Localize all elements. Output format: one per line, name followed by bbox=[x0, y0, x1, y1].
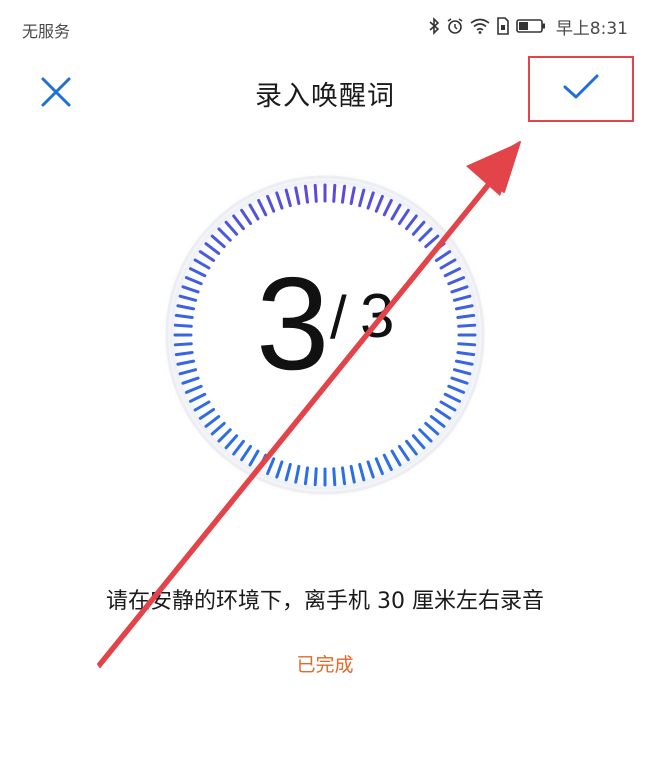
carrier-label: 无服务 bbox=[22, 22, 71, 41]
screen: 无服务 早上8:31 录入唤醒词 3 / 3 请在安静的环境下，离手机 30 厘… bbox=[0, 0, 650, 780]
progress-separator: / bbox=[330, 284, 347, 351]
clock-label: 早上8:31 bbox=[555, 18, 628, 39]
title-bar: 录入唤醒词 bbox=[0, 52, 650, 142]
wifi-icon bbox=[470, 18, 490, 34]
bluetooth-icon bbox=[428, 17, 440, 35]
status-completed: 已完成 bbox=[296, 654, 354, 676]
instruction-text: 请在安静的环境下，离手机 30 厘米左右录音 bbox=[106, 589, 544, 614]
check-icon bbox=[563, 74, 599, 104]
status-icons: 早上8:31 bbox=[428, 14, 628, 39]
progress-counter: 3 / 3 bbox=[160, 170, 490, 500]
sim-icon bbox=[496, 17, 510, 35]
alarm-icon bbox=[446, 17, 464, 35]
progress-current: 3 bbox=[256, 250, 330, 397]
battery-icon bbox=[516, 18, 546, 34]
recording-dial: 3 / 3 bbox=[160, 170, 490, 500]
status-bar: 无服务 早上8:31 bbox=[0, 0, 650, 52]
progress-total: 3 bbox=[360, 282, 395, 351]
confirm-button[interactable] bbox=[528, 56, 634, 122]
